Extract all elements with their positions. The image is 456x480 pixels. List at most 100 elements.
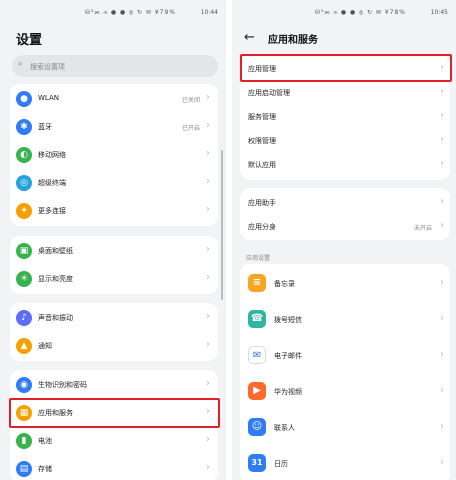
app-item-contacts[interactable]: ☺ 联系人 › (240, 412, 450, 442)
status-bar: ⛁³⫘ ⫙ ● ● ⦾ ↻ ✉ ¥79% 10:44 (0, 0, 226, 24)
sound-card: ♪ 声音和振动 › ▲ 通知 › (10, 303, 218, 361)
status-icons: ⛁³⫘ ⫙ ● ● ⦾ ↻ ✉ ¥78% (314, 9, 406, 16)
app-item-phone-sms[interactable]: ☎ 拨号短信 › (240, 304, 450, 334)
email-app-icon: ✉ (248, 346, 266, 364)
notification-icon: ▲ (16, 338, 32, 354)
app-item-huawei-video[interactable]: ▶ 华为视频 › (240, 376, 450, 406)
super-device-icon: ◎ (16, 175, 32, 191)
chevron-right-icon: › (206, 434, 210, 445)
page-title: 设置 (16, 33, 43, 48)
huawei-video-app-icon: ▶ (248, 382, 266, 400)
page-title: 应用和服务 (268, 35, 318, 46)
settings-item-label: 通知 (38, 342, 52, 350)
display-card: ▣ 桌面和壁纸 › ☀ 显示和亮度 › (10, 236, 218, 294)
menu-item-value: 未开启 (413, 225, 432, 232)
settings-item-value: 已开启 (181, 125, 200, 132)
status-icons: ⛁³⫘ ⫙ ● ● ⦾ ↻ ✉ ¥79% (84, 9, 176, 16)
app-item-email[interactable]: ✉ 电子邮件 › (240, 340, 450, 370)
app-item-label: 日历 (274, 460, 288, 468)
chevron-right-icon: › (206, 204, 210, 215)
settings-item-label: 蓝牙 (38, 123, 52, 131)
status-bar: ⛁³⫘ ⫙ ● ● ⦾ ↻ ✉ ¥78% 10:45 (232, 0, 456, 24)
search-placeholder: 搜索设置项 (30, 63, 65, 71)
display-brightness-icon: ☀ (16, 271, 32, 287)
settings-item-label: 移动网络 (38, 151, 66, 159)
settings-item-display-brightness[interactable]: ☀ 显示和亮度 › (10, 265, 218, 293)
menu-item-label: 应用分身 (248, 223, 276, 231)
phone-sms-app-icon: ☎ (248, 310, 266, 328)
search-icon: ⌕ (18, 59, 23, 68)
app-item-label: 华为视频 (274, 388, 302, 396)
app-item-memo[interactable]: ≡ 备忘录 › (240, 268, 450, 298)
chevron-right-icon: › (440, 349, 444, 360)
settings-item-battery[interactable]: ▮ 电池 › (10, 427, 218, 455)
memo-app-icon: ≡ (248, 274, 266, 292)
menu-item-service-management[interactable]: 服务管理 › (240, 105, 450, 127)
settings-item-desktop-wallpaper[interactable]: ▣ 桌面和壁纸 › (10, 237, 218, 265)
app-item-label: 拨号短信 (274, 316, 302, 324)
settings-item-notification[interactable]: ▲ 通知 › (10, 332, 218, 360)
desktop-wallpaper-icon: ▣ (16, 243, 32, 259)
app-item-label: 备忘录 (274, 280, 295, 288)
chevron-right-icon: › (206, 272, 210, 283)
menu-item-label: 服务管理 (248, 113, 276, 121)
chevron-right-icon: › (440, 196, 444, 207)
settings-item-label: 桌面和壁纸 (38, 247, 73, 255)
chevron-right-icon: › (440, 313, 444, 324)
mobile-network-icon: ◐ (16, 147, 32, 163)
chevron-right-icon: › (206, 339, 210, 350)
app-settings-list: ≡ 备忘录 › ☎ 拨号短信 › ✉ 电子邮件 › ▶ 华为视频 › ☺ 联系人… (240, 264, 450, 480)
status-time: 10:44 (200, 9, 218, 16)
menu-item-label: 权限管理 (248, 137, 276, 145)
menu-item-app-twin[interactable]: 应用分身 未开启 › (240, 215, 450, 237)
chevron-right-icon: › (206, 92, 210, 103)
app-assistant-card: 应用助手 › 应用分身 未开启 › (240, 188, 450, 240)
settings-item-super-device[interactable]: ◎ 超级终端 › (10, 169, 218, 197)
chevron-right-icon: › (206, 120, 210, 131)
chevron-right-icon: › (440, 110, 444, 121)
back-arrow-icon[interactable]: ← (244, 30, 255, 45)
settings-item-label: 声音和振动 (38, 314, 73, 322)
settings-item-biometric[interactable]: ◉ 生物识别和密码 › (10, 371, 218, 399)
menu-item-app-assistant[interactable]: 应用助手 › (240, 191, 450, 213)
connectivity-card: ● WLAN 已关闭 › ✱ 蓝牙 已开启 › ◐ 移动网络 › ◎ 超级终端 … (10, 84, 218, 226)
sound-icon: ♪ (16, 310, 32, 326)
chevron-right-icon: › (206, 462, 210, 473)
settings-item-bluetooth[interactable]: ✱ 蓝牙 已开启 › (10, 113, 218, 141)
section-label-app-settings: 应用设置 (246, 255, 271, 262)
search-input[interactable]: ⌕ 搜索设置项 (12, 55, 218, 77)
menu-item-label: 默认应用 (248, 161, 276, 169)
chevron-right-icon: › (206, 244, 210, 255)
settings-item-label: 显示和亮度 (38, 275, 73, 283)
chevron-right-icon: › (206, 148, 210, 159)
highlight-box-app-management (240, 54, 452, 82)
bluetooth-icon: ✱ (16, 119, 32, 135)
settings-screen: ⛁³⫘ ⫙ ● ● ⦾ ↻ ✉ ¥79% 10:44 设置 ⌕ 搜索设置项 ● … (0, 0, 226, 480)
scrollbar[interactable] (221, 150, 223, 300)
menu-item-default-apps[interactable]: 默认应用 › (240, 153, 450, 175)
settings-item-value: 已关闭 (181, 97, 200, 104)
menu-item-permission-management[interactable]: 权限管理 › (240, 129, 450, 151)
settings-item-more-connections[interactable]: ✦ 更多连接 › (10, 197, 218, 225)
app-item-calendar[interactable]: 31 日历 › (240, 448, 450, 478)
wifi-icon: ● (16, 91, 32, 107)
menu-item-label: 应用启动管理 (248, 89, 290, 97)
biometric-icon: ◉ (16, 377, 32, 393)
settings-item-sound[interactable]: ♪ 声音和振动 › (10, 304, 218, 332)
settings-item-mobile-network[interactable]: ◐ 移动网络 › (10, 141, 218, 169)
title-bar: ← 应用和服务 (232, 28, 456, 50)
chevron-right-icon: › (206, 378, 210, 389)
settings-item-storage[interactable]: ▤ 存储 › (10, 455, 218, 480)
app-item-label: 联系人 (274, 424, 295, 432)
chevron-right-icon: › (440, 277, 444, 288)
apps-services-screen: ⛁³⫘ ⫙ ● ● ⦾ ↻ ✉ ¥78% 10:45 ← 应用和服务 应用管理 … (232, 0, 456, 480)
settings-item-wlan[interactable]: ● WLAN 已关闭 › (10, 85, 218, 113)
contacts-app-icon: ☺ (248, 418, 266, 436)
chevron-right-icon: › (440, 385, 444, 396)
settings-item-label: WLAN (38, 94, 60, 102)
menu-item-app-launch[interactable]: 应用启动管理 › (240, 81, 450, 103)
battery-icon: ▮ (16, 433, 32, 449)
status-time: 10:45 (430, 9, 448, 16)
settings-item-label: 更多连接 (38, 207, 66, 215)
chevron-right-icon: › (440, 86, 444, 97)
